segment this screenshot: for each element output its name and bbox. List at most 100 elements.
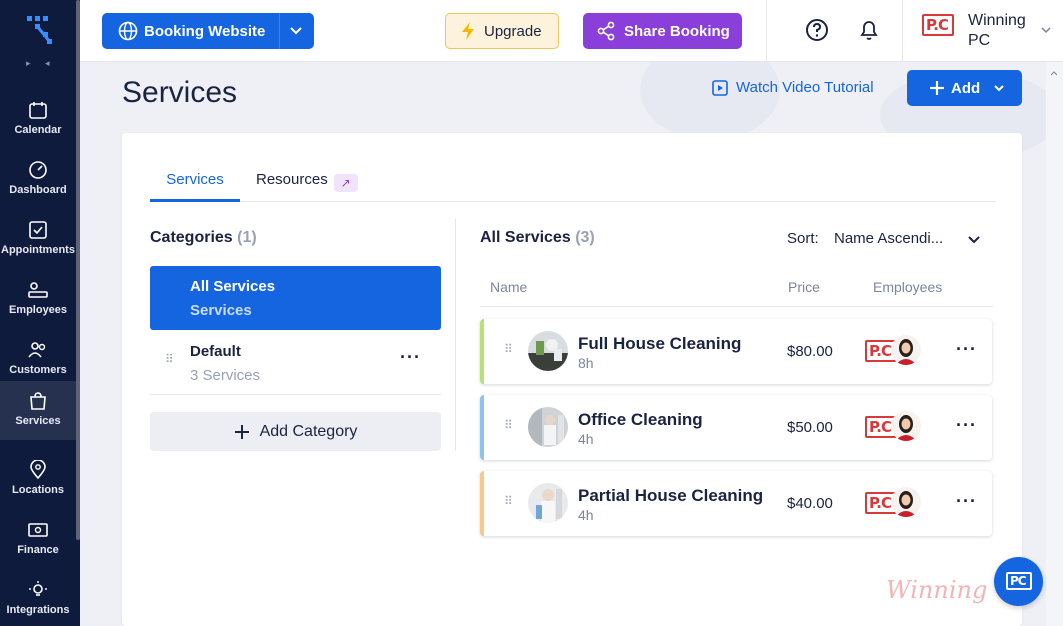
service-price: $80.00 (787, 343, 833, 360)
category-sub: Services (190, 302, 252, 319)
services-heading: All Services (3) (480, 229, 595, 246)
sidebar-item-employees[interactable]: Employees (0, 270, 76, 330)
sidebar-item-appointments[interactable]: Appointments (0, 210, 76, 270)
more-options-icon[interactable]: ··· (400, 347, 421, 368)
column-header-name[interactable]: Name (490, 279, 527, 295)
categories-count: (1) (237, 229, 257, 246)
collapse-toggle-icon[interactable]: ▸ ◂ (26, 58, 56, 69)
calendar-icon (29, 102, 47, 119)
column-divider (455, 219, 456, 451)
topbar: Booking Website Upgrade Share Booking P.… (80, 0, 1063, 62)
sidebar-item-dashboard[interactable]: Dashboard (0, 150, 76, 210)
category-item-all-services[interactable]: All Services Services (150, 266, 441, 330)
sidebar-item-calendar[interactable]: Calendar (0, 90, 76, 150)
column-header-price[interactable]: Price (788, 279, 820, 295)
services-card: Services Resources ↗ Categories (1) All S… (122, 133, 1022, 626)
chevron-down-icon (1041, 27, 1051, 34)
sidebar-item-label: Services (15, 415, 61, 427)
column-header-employees[interactable]: Employees (873, 279, 942, 295)
sidebar-item-label: Employees (8, 304, 68, 316)
tab-label: Resources (256, 171, 328, 188)
service-employees: P.C (865, 487, 925, 519)
booking-website-label: Booking Website (144, 22, 266, 40)
sidebar-item-locations[interactable]: Locations (0, 450, 76, 510)
sidebar-item-services[interactable]: Services (0, 381, 76, 440)
add-button[interactable]: Add (907, 70, 1022, 106)
service-row[interactable]: ⠿ Full House Cleaning 8h $80.00 P.C ··· (480, 319, 992, 384)
chevron-down-icon[interactable] (288, 22, 304, 38)
service-duration: 4h (578, 431, 594, 447)
sidebar-item-label: Integrations (6, 604, 70, 616)
service-name: Partial House Cleaning (578, 486, 764, 505)
service-duration: 8h (578, 355, 594, 371)
booking-website-button[interactable]: Booking Website (102, 13, 314, 49)
service-price: $40.00 (787, 495, 833, 512)
page-scrollbar[interactable] (1046, 62, 1063, 626)
category-sub: 3 Services (190, 367, 261, 384)
sidebar-scrollbar[interactable] (76, 0, 80, 540)
tab-resources[interactable]: Resources ↗ (256, 171, 358, 202)
service-row[interactable]: ⠿ Office Cleaning 4h $50.00 P.C ··· (480, 395, 992, 460)
help-icon[interactable] (805, 18, 829, 42)
plus-icon (234, 424, 249, 439)
finance-icon (28, 523, 48, 537)
button-divider (279, 13, 280, 49)
more-options-icon[interactable]: ··· (956, 491, 977, 512)
tab-services[interactable]: Services (150, 171, 240, 202)
service-row[interactable]: ⠿ Partial House Cleaning 4h $40.00 P.C ·… (480, 471, 992, 536)
service-employees: P.C (865, 411, 925, 443)
topbar-divider (902, 0, 903, 62)
upgrade-button[interactable]: Upgrade (445, 13, 559, 49)
topbar-divider (766, 0, 767, 62)
employee-avatar (891, 487, 921, 517)
service-duration: 4h (578, 507, 594, 523)
sort-select[interactable]: Name Ascendi... (834, 230, 943, 247)
tab-bar: Services Resources ↗ (150, 169, 996, 202)
service-thumbnail (528, 483, 568, 523)
chevron-down-icon[interactable] (967, 233, 981, 247)
plus-icon (930, 81, 944, 95)
sidebar-item-label: Finance (17, 544, 59, 556)
drag-handle-icon[interactable]: ⠿ (504, 495, 514, 507)
profile-logo: P.C (922, 14, 954, 36)
profile-menu[interactable]: P.C Winning PC (922, 12, 1051, 49)
share-booking-button[interactable]: Share Booking (583, 13, 742, 49)
sidebar: ▸ ◂ Calendar Dashboard Appointments Empl… (0, 0, 80, 626)
add-category-button[interactable]: Add Category (150, 412, 441, 451)
drag-handle-icon[interactable]: ⠿ (504, 343, 514, 355)
lightning-icon (462, 22, 474, 40)
bell-icon[interactable] (859, 18, 879, 42)
external-link-icon: ↗ (333, 174, 358, 192)
add-category-label: Add Category (259, 422, 358, 440)
watch-video-tutorial-link[interactable]: Watch Video Tutorial (712, 79, 874, 96)
page-title: Services (122, 76, 238, 109)
service-employees: P.C (865, 335, 925, 367)
chevron-down-icon (994, 85, 1004, 92)
service-thumbnail (528, 407, 568, 447)
more-options-icon[interactable]: ··· (956, 415, 977, 436)
app-logo[interactable] (0, 12, 78, 52)
drag-handle-icon[interactable]: ⠿ (165, 353, 175, 365)
integrations-icon (29, 581, 47, 596)
sidebar-item-finance[interactable]: Finance (0, 510, 76, 570)
more-options-icon[interactable]: ··· (956, 339, 977, 360)
customers-icon (28, 342, 46, 358)
watermark: Winning (886, 576, 988, 604)
category-name: Default (190, 343, 241, 360)
floating-chat-button[interactable]: PC (994, 557, 1043, 606)
service-name: Full House Cleaning (578, 334, 742, 353)
employee-avatar (891, 335, 921, 365)
service-price: $50.00 (787, 419, 833, 436)
service-thumbnail (528, 331, 568, 371)
sidebar-item-label: Locations (12, 484, 64, 496)
sidebar-item-integrations[interactable]: Integrations (0, 570, 76, 626)
drag-handle-icon[interactable]: ⠿ (504, 419, 514, 431)
tab-label: Services (166, 171, 224, 188)
sidebar-item-label: Appointments (1, 244, 75, 256)
scroll-up-icon[interactable] (1051, 70, 1057, 82)
location-icon (30, 460, 46, 480)
services-count: (3) (575, 229, 595, 246)
category-item-default[interactable]: ⠿ Default 3 Services ··· (150, 333, 441, 395)
share-icon (597, 21, 615, 41)
sidebar-item-label: Calendar (14, 124, 62, 136)
